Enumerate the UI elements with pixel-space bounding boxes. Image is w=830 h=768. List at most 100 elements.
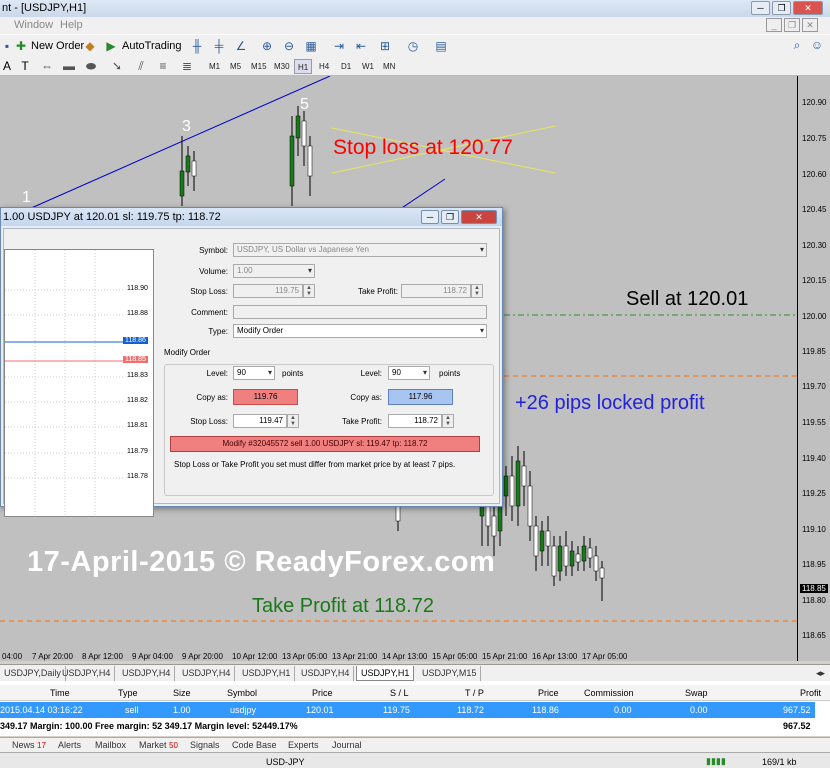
autotrading-button[interactable]: AutoTrading bbox=[122, 37, 182, 55]
tf-h1[interactable]: H1 bbox=[294, 59, 313, 74]
fibonacci-icon[interactable]: ≣ bbox=[180, 59, 194, 73]
dialog-title-bar[interactable]: 1.00 USDJPY at 120.01 sl: 119.75 tp: 118… bbox=[1, 208, 502, 226]
arrows-icon[interactable]: ➘ bbox=[110, 59, 124, 73]
tf-h4[interactable]: H4 bbox=[316, 59, 332, 74]
chart-tab[interactable]: USDJPY,M15 bbox=[418, 666, 482, 681]
arrow-icon[interactable]: ⇔ bbox=[40, 59, 54, 73]
type-select[interactable]: Modify Order bbox=[233, 324, 487, 338]
chart-tab[interactable]: USDJPY,H4 bbox=[118, 666, 176, 681]
tabs-scroll-icon[interactable]: ◂▸ bbox=[812, 666, 829, 681]
mdi-minimize-button[interactable]: _ bbox=[766, 18, 782, 32]
chart-tab[interactable]: USDJPY,H4 bbox=[58, 666, 116, 681]
col-profit[interactable]: Profit bbox=[800, 687, 821, 699]
col-commission[interactable]: Commission bbox=[584, 687, 634, 699]
tp-spinner[interactable]: ▲ ▼ bbox=[442, 414, 454, 428]
copyas-sl-button[interactable]: 119.76 bbox=[233, 389, 298, 405]
tp-input[interactable]: 118.72 bbox=[388, 414, 442, 428]
auto-scroll-icon[interactable]: ⇥ bbox=[332, 39, 346, 53]
takeprofit-spinner[interactable]: ▲ ▼ bbox=[471, 284, 483, 298]
chart-shift-icon[interactable]: ⇤ bbox=[354, 39, 368, 53]
tab-alerts[interactable]: Alerts bbox=[58, 739, 81, 752]
maximize-button[interactable]: ❐ bbox=[772, 1, 791, 15]
col-type[interactable]: Type bbox=[118, 687, 138, 699]
history-icon[interactable]: ◆ bbox=[83, 39, 97, 53]
col-time[interactable]: Time bbox=[50, 687, 70, 699]
time-label: 9 Apr 04:00 bbox=[132, 652, 173, 661]
search-icon[interactable]: ⌕ bbox=[790, 38, 804, 52]
col-size[interactable]: Size bbox=[173, 687, 191, 699]
mdi-close-button[interactable]: ✕ bbox=[802, 18, 818, 32]
chart-tab[interactable]: USDJPY,Daily bbox=[0, 666, 66, 681]
tab-experts[interactable]: Experts bbox=[288, 739, 319, 752]
col-sl[interactable]: S / L bbox=[390, 687, 409, 699]
menu-window[interactable]: Window bbox=[14, 17, 53, 34]
candlestick-icon[interactable]: ╪ bbox=[212, 39, 226, 53]
bar-chart-icon[interactable]: ╫ bbox=[190, 39, 204, 53]
takeprofit-field[interactable]: 118.72 bbox=[401, 284, 471, 298]
mdi-restore-button[interactable]: ❐ bbox=[784, 18, 800, 32]
col-symbol[interactable]: Symbol bbox=[227, 687, 257, 699]
tab-signals[interactable]: Signals bbox=[190, 739, 220, 752]
copyas-tp-button[interactable]: 117.96 bbox=[388, 389, 453, 405]
tf-m15[interactable]: M15 bbox=[248, 59, 270, 74]
annotation-stoploss: Stop loss at 120.77 bbox=[333, 136, 513, 159]
rectangle-icon[interactable]: ▬ bbox=[62, 59, 76, 73]
col-swap[interactable]: Swap bbox=[685, 687, 708, 699]
candle-body bbox=[575, 553, 581, 563]
col-tp[interactable]: T / P bbox=[465, 687, 484, 699]
dialog-close-button[interactable]: ✕ bbox=[461, 210, 497, 224]
tab-mailbox[interactable]: Mailbox bbox=[95, 739, 126, 752]
price-label: 119.10 bbox=[802, 525, 826, 534]
candle-body bbox=[569, 550, 575, 567]
chart-tab[interactable]: USDJPY,H4 bbox=[297, 666, 355, 681]
tf-w1[interactable]: W1 bbox=[359, 59, 377, 74]
user-icon[interactable]: ☺ bbox=[810, 38, 824, 52]
plus-icon[interactable]: ▪ bbox=[0, 39, 14, 53]
tab-market[interactable]: Market 50 bbox=[139, 739, 178, 752]
zoom-out-icon[interactable]: ⊖ bbox=[282, 39, 296, 53]
minimize-button[interactable]: ─ bbox=[751, 1, 770, 15]
tab-journal[interactable]: Journal bbox=[332, 739, 362, 752]
tab-codebase[interactable]: Code Base bbox=[232, 739, 277, 752]
modify-button[interactable]: Modify #32045572 sell 1.00 USDJPY sl: 11… bbox=[170, 436, 480, 452]
tf-m30[interactable]: M30 bbox=[271, 59, 293, 74]
col-price[interactable]: Price bbox=[312, 687, 333, 699]
sl-spinner[interactable]: ▲ ▼ bbox=[287, 414, 299, 428]
channel-icon[interactable]: ⫽ bbox=[134, 59, 148, 73]
tf-mn[interactable]: MN bbox=[380, 59, 398, 74]
zoom-in-icon[interactable]: ⊕ bbox=[260, 39, 274, 53]
level-right-select[interactable]: 90 bbox=[388, 366, 430, 380]
stoploss-field[interactable]: 119.75 bbox=[233, 284, 303, 298]
new-order-button[interactable]: New Order bbox=[31, 37, 84, 55]
indicators-icon[interactable]: ⊞ bbox=[378, 39, 392, 53]
col-cur-price[interactable]: Price bbox=[538, 687, 559, 699]
line-chart-icon[interactable]: ∠ bbox=[234, 39, 248, 53]
templates-icon[interactable]: ▤ bbox=[434, 39, 448, 53]
ellipse-icon[interactable]: ⬬ bbox=[84, 59, 98, 73]
text-icon[interactable]: A bbox=[0, 59, 14, 73]
close-button[interactable]: ✕ bbox=[793, 1, 823, 15]
dialog-maximize-button[interactable]: ❐ bbox=[441, 210, 459, 224]
periods-icon[interactable]: ◷ bbox=[406, 39, 420, 53]
tile-windows-icon[interactable]: ▦ bbox=[304, 39, 318, 53]
symbol-select[interactable]: USDJPY, US Dollar vs Japanese Yen bbox=[233, 243, 487, 257]
dialog-minimize-button[interactable]: ─ bbox=[421, 210, 439, 224]
gann-icon[interactable]: ≡ bbox=[156, 59, 170, 73]
comment-field[interactable] bbox=[233, 305, 487, 319]
chart-tab-active[interactable]: USDJPY,H1 bbox=[356, 666, 415, 681]
volume-select[interactable]: 1.00 bbox=[233, 264, 315, 278]
order-swap: 0.00 bbox=[690, 705, 708, 715]
time-label: 13 Apr 05:00 bbox=[282, 652, 328, 661]
sl-input[interactable]: 119.47 bbox=[233, 414, 287, 428]
chart-tab[interactable]: USDJPY,H4 bbox=[178, 666, 236, 681]
menu-help[interactable]: Help bbox=[60, 17, 83, 34]
tf-m1[interactable]: M1 bbox=[206, 59, 223, 74]
text-label-icon[interactable]: T bbox=[18, 59, 32, 73]
stoploss-spinner[interactable]: ▲ ▼ bbox=[303, 284, 315, 298]
tf-d1[interactable]: D1 bbox=[338, 59, 354, 74]
level-left-select[interactable]: 90 bbox=[233, 366, 275, 380]
tf-m5[interactable]: M5 bbox=[227, 59, 244, 74]
chart-tab[interactable]: USDJPY,H1 bbox=[238, 666, 296, 681]
order-row[interactable]: 2015.04.14 03:16:22 sell 1.00 usdjpy 120… bbox=[0, 702, 815, 718]
tab-news[interactable]: News 17 bbox=[12, 739, 46, 752]
